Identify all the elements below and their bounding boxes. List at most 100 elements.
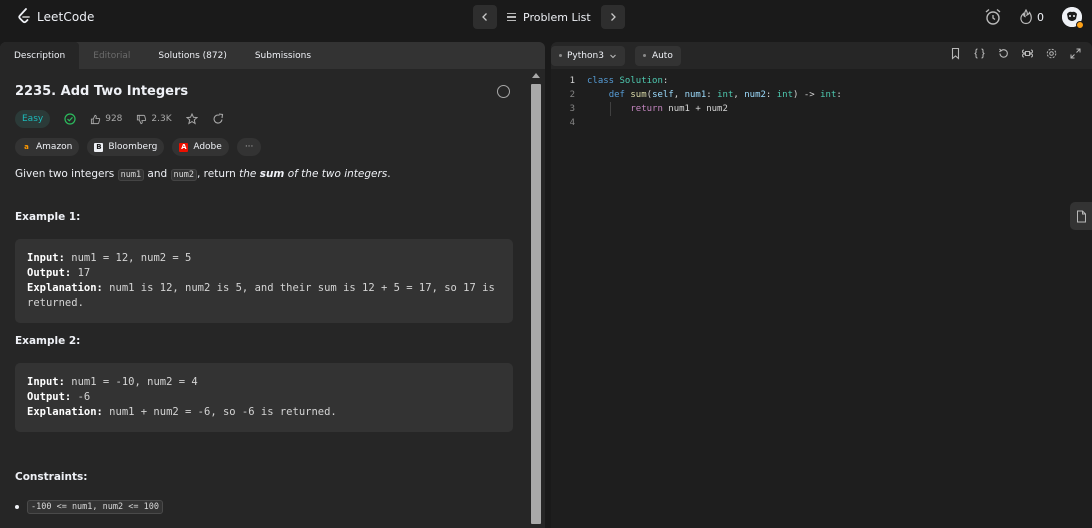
problem-title: 2235. Add Two Integers (15, 84, 189, 99)
indent-guide (610, 102, 611, 116)
company-tags: a Amazon B Bloomberg A Adobe ··· (15, 138, 262, 156)
adobe-logo-icon: A (179, 142, 189, 152)
scroll-up-arrow-icon[interactable] (532, 73, 540, 78)
problem-list-label: Problem List (523, 10, 591, 24)
alarm-clock-icon[interactable] (983, 7, 1003, 27)
example-1-title: Example 1: (15, 211, 81, 223)
document-icon (1076, 210, 1086, 222)
tab-submissions[interactable]: Submissions (241, 42, 325, 69)
desc-emphasis: of the two integers (284, 168, 388, 180)
example-output: Output: -6 (27, 391, 91, 403)
like-count: 928 (105, 114, 123, 124)
amazon-logo-icon: a (24, 142, 29, 151)
check-circle-icon (64, 113, 76, 125)
bookmark-icon[interactable] (949, 47, 962, 60)
company-label: Bloomberg (108, 142, 158, 152)
dislike-count: 2.3K (151, 114, 172, 124)
difficulty-badge: Easy (15, 110, 51, 128)
leetcode-logo[interactable]: LeetCode (16, 8, 94, 26)
avatar[interactable] (1062, 7, 1084, 29)
inline-code: num2 (170, 169, 197, 181)
streak-counter[interactable]: 0 (1019, 9, 1044, 25)
example-1-box: Input: num1 = 12, num2 = 5 Output: 17 Ex… (15, 239, 513, 323)
line-number: 4 (569, 118, 575, 128)
chevron-right-icon (610, 13, 616, 21)
line-number: 2 (569, 90, 575, 100)
prev-problem-button[interactable] (473, 5, 497, 29)
tab-editorial[interactable]: Editorial (79, 42, 144, 69)
desc-strong: sum (259, 168, 285, 180)
constraint-item: -100 <= num1, num2 <= 100 (15, 500, 163, 514)
example-2-box: Input: num1 = -10, num2 = 4 Output: -6 E… (15, 363, 513, 432)
share-button[interactable] (212, 113, 224, 125)
line-number: 3 (569, 104, 575, 114)
company-tag-amazon[interactable]: a Amazon (15, 138, 80, 156)
streak-count: 0 (1037, 10, 1044, 24)
star-icon (185, 113, 198, 125)
fire-icon (1020, 9, 1032, 25)
desc-text: Given two integers (15, 168, 118, 180)
example-input: Input: num1 = 12, num2 = 5 (27, 252, 192, 264)
code-line: 4 (551, 116, 842, 130)
problem-list-button[interactable]: Problem List (497, 11, 601, 24)
like-button[interactable]: 928 (90, 114, 122, 125)
desc-text: . (387, 168, 391, 180)
example-input: Input: num1 = -10, num2 = 4 (27, 376, 198, 388)
problem-meta: Easy 928 2.3K (15, 110, 224, 128)
drag-handle-icon (559, 54, 562, 57)
editor-toolbar: Python3 Auto (551, 42, 1092, 69)
settings-gear-icon[interactable] (1045, 47, 1058, 60)
description-panel: Description Editorial Solutions (872) Su… (0, 42, 545, 528)
tab-solutions[interactable]: Solutions (872) (144, 42, 240, 69)
line-number: 1 (569, 76, 575, 86)
leetcode-logo-icon (18, 8, 30, 24)
expand-icon[interactable] (1069, 47, 1082, 60)
company-tag-bloomberg[interactable]: B Bloomberg (87, 138, 165, 156)
reset-icon[interactable] (997, 47, 1010, 60)
chevron-down-icon (610, 54, 616, 58)
language-label: Python3 (567, 50, 604, 61)
code-area[interactable]: 1 class Solution: 2 def sum(self, num1: … (551, 74, 842, 130)
more-options-icon[interactable] (497, 85, 510, 98)
scroll-thumb[interactable] (531, 84, 541, 524)
inline-code: num1 (117, 169, 145, 181)
favorite-button[interactable] (185, 113, 198, 125)
example-explanation: Explanation: num1 + num2 = -6, so -6 is … (27, 406, 337, 418)
code-text: class Solution: (587, 76, 669, 86)
dislike-button[interactable]: 2.3K (136, 114, 172, 125)
next-problem-button[interactable] (600, 5, 625, 29)
tab-description[interactable]: Description (0, 42, 80, 69)
thumbs-up-icon (91, 114, 101, 124)
constraint-code: -100 <= num1, num2 <= 100 (27, 500, 163, 514)
desc-emphasis: the (239, 168, 260, 180)
command-icon[interactable] (1021, 47, 1034, 60)
status-dot-icon (642, 54, 646, 57)
code-text: def sum(self, num1: int, num2: int) -> i… (608, 90, 842, 100)
logo-text: LeetCode (37, 10, 95, 24)
example-2-title: Example 2: (15, 335, 81, 347)
bullet-icon (15, 505, 19, 509)
bloomberg-logo-icon: B (94, 142, 104, 152)
more-companies-button[interactable]: ··· (236, 138, 262, 156)
code-text: return num1 + num2 (630, 104, 728, 114)
problem-navigation: Problem List (473, 5, 625, 29)
thumbs-down-icon (137, 114, 147, 124)
chevron-left-icon (482, 13, 487, 21)
code-line: 2 def sum(self, num1: int, num2: int) ->… (551, 88, 842, 102)
company-tag-adobe[interactable]: A Adobe (172, 138, 229, 156)
description-scrollbar[interactable] (529, 72, 543, 528)
code-line: 3 return num1 + num2 (551, 102, 842, 116)
premium-badge-icon (1076, 21, 1084, 29)
side-panel-toggle[interactable] (1070, 202, 1092, 230)
editor-actions (949, 47, 1082, 60)
language-select[interactable]: Python3 (551, 45, 625, 66)
example-explanation-cont: returned. (27, 297, 84, 309)
company-label: Adobe (193, 142, 222, 152)
autocomplete-toggle[interactable]: Auto (634, 45, 681, 66)
list-icon (507, 13, 516, 21)
format-braces-icon[interactable] (973, 47, 986, 60)
solved-status (64, 113, 76, 125)
code-line: 1 class Solution: (551, 74, 842, 88)
share-icon (213, 113, 223, 124)
code-editor-panel: Python3 Auto 1 class Solution: 2 def sum… (551, 42, 1092, 528)
